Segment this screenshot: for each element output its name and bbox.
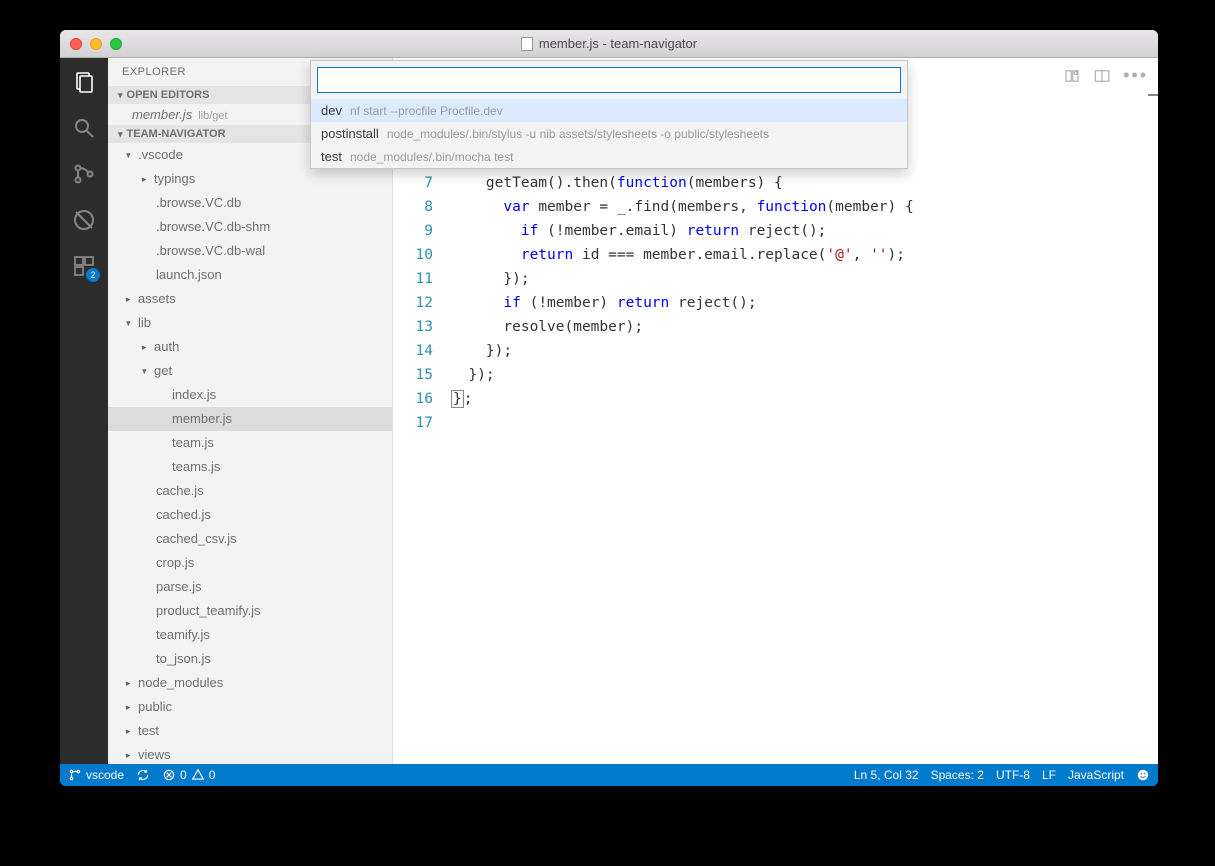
tree-file[interactable]: teamify.js <box>108 623 392 647</box>
chevron-icon: ▸ <box>126 673 136 693</box>
tree-file[interactable]: .browse.VC.db <box>108 191 392 215</box>
task-picker-item[interactable]: postinstallnode_modules/.bin/stylus -u n… <box>311 122 907 145</box>
tree-folder[interactable]: ▸typings <box>108 167 392 191</box>
chevron-icon: ▸ <box>142 337 152 357</box>
chevron-icon: ▸ <box>126 697 136 717</box>
eol-status[interactable]: LF <box>1042 768 1056 782</box>
tree-file[interactable]: teams.js <box>108 455 392 479</box>
chevron-down-icon: ▾ <box>118 90 123 101</box>
chevron-icon: ▾ <box>126 145 136 165</box>
encoding-status[interactable]: UTF-8 <box>996 768 1030 782</box>
line-gutter: 4567891011121314151617 <box>393 93 451 764</box>
chevron-icon: ▸ <box>126 745 136 764</box>
warning-icon <box>191 768 205 782</box>
task-picker: devnf start --procfile Procfile.devposti… <box>310 60 908 169</box>
code-content[interactable]: module.exports = function(id) { return c… <box>451 93 1158 764</box>
task-picker-list: devnf start --procfile Procfile.devposti… <box>311 99 907 168</box>
problems-status[interactable]: 0 0 <box>162 768 215 782</box>
explorer-activity-icon[interactable] <box>70 68 98 96</box>
language-status[interactable]: JavaScript <box>1068 768 1124 782</box>
titlebar: member.js - team-navigator <box>60 30 1158 58</box>
file-tree: ▾.vscode▸typings.browse.VC.db.browse.VC.… <box>108 143 392 764</box>
tree-file[interactable]: crop.js <box>108 551 392 575</box>
app-window: member.js - team-navigator <box>60 30 1158 786</box>
task-picker-item[interactable]: testnode_modules/.bin/mocha test <box>311 145 907 168</box>
tree-folder[interactable]: ▸views <box>108 743 392 764</box>
task-picker-item[interactable]: devnf start --procfile Procfile.dev <box>311 99 907 122</box>
search-activity-icon[interactable] <box>70 114 98 142</box>
extensions-badge: 2 <box>86 268 100 282</box>
feedback-icon[interactable] <box>1136 768 1150 782</box>
tree-file[interactable]: cached.js <box>108 503 392 527</box>
statusbar: vscode 0 0 Ln 5, Col 32 Spaces: 2 UTF-8 … <box>60 764 1158 786</box>
debug-activity-icon[interactable] <box>70 206 98 234</box>
chevron-icon: ▾ <box>142 361 152 381</box>
window-title-text: member.js - team-navigator <box>539 36 697 51</box>
chevron-icon: ▸ <box>126 289 136 309</box>
error-icon <box>162 768 176 782</box>
task-picker-input[interactable] <box>317 67 901 93</box>
chevron-icon: ▾ <box>126 313 136 333</box>
tree-folder[interactable]: ▸assets <box>108 287 392 311</box>
tree-folder[interactable]: ▸test <box>108 719 392 743</box>
tree-folder[interactable]: ▸node_modules <box>108 671 392 695</box>
tree-file[interactable]: team.js <box>108 431 392 455</box>
zoom-window-button[interactable] <box>110 38 122 50</box>
file-icon <box>521 37 533 51</box>
sync-icon <box>136 768 150 782</box>
tree-file[interactable]: cache.js <box>108 479 392 503</box>
code-editor[interactable]: 4567891011121314151617 module.exports = … <box>393 93 1158 764</box>
branch-status[interactable]: vscode <box>68 768 124 782</box>
tree-file[interactable]: to_json.js <box>108 647 392 671</box>
tree-file[interactable]: .browse.VC.db-wal <box>108 239 392 263</box>
tree-file[interactable]: launch.json <box>108 263 392 287</box>
tree-file[interactable]: index.js <box>108 383 392 407</box>
tree-folder[interactable]: ▾get <box>108 359 392 383</box>
activity-bar: 2 <box>60 58 108 764</box>
scrollbar-marker <box>1148 94 1158 96</box>
sync-status[interactable] <box>136 768 150 782</box>
more-actions-icon[interactable]: ••• <box>1123 65 1148 86</box>
scm-activity-icon[interactable] <box>70 160 98 188</box>
split-editor-icon[interactable] <box>1093 67 1111 85</box>
tree-file[interactable]: product_teamify.js <box>108 599 392 623</box>
chevron-down-icon: ▾ <box>118 129 123 140</box>
window-title: member.js - team-navigator <box>60 36 1158 51</box>
git-branch-icon <box>68 768 82 782</box>
cursor-position[interactable]: Ln 5, Col 32 <box>854 768 919 782</box>
tree-folder[interactable]: ▸public <box>108 695 392 719</box>
extensions-activity-icon[interactable]: 2 <box>70 252 98 280</box>
tree-file[interactable]: member.js <box>108 407 392 431</box>
tree-file[interactable]: cached_csv.js <box>108 527 392 551</box>
tree-folder[interactable]: ▾lib <box>108 311 392 335</box>
tree-file[interactable]: parse.js <box>108 575 392 599</box>
chevron-icon: ▸ <box>142 169 152 189</box>
chevron-icon: ▸ <box>126 721 136 741</box>
split-related-icon[interactable] <box>1063 67 1081 85</box>
tree-folder[interactable]: ▸auth <box>108 335 392 359</box>
minimize-window-button[interactable] <box>90 38 102 50</box>
indentation-status[interactable]: Spaces: 2 <box>931 768 984 782</box>
close-window-button[interactable] <box>70 38 82 50</box>
tree-file[interactable]: .browse.VC.db-shm <box>108 215 392 239</box>
traffic-lights <box>70 38 122 50</box>
